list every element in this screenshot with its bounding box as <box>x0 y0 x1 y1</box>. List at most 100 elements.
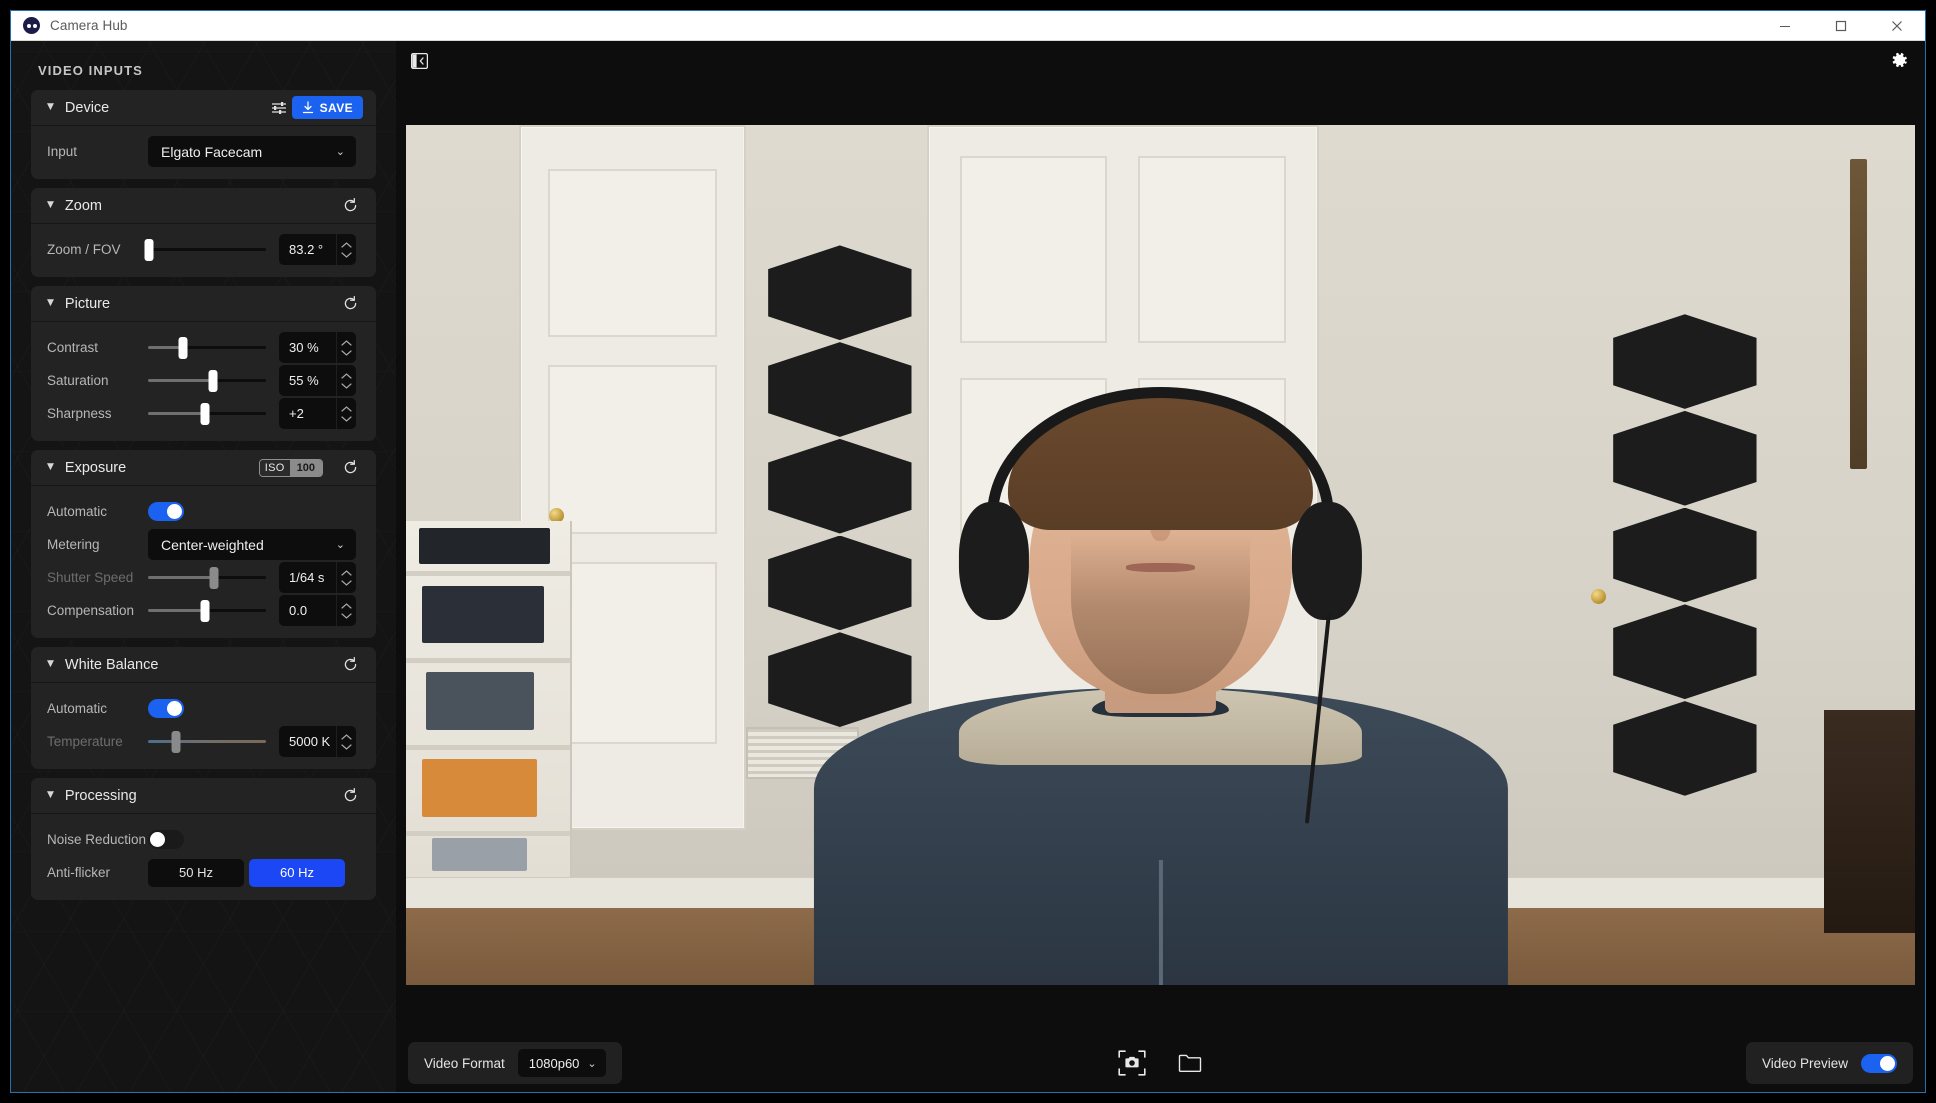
stepper-down-icon[interactable] <box>341 251 352 258</box>
zoom-fov-numbox[interactable]: 83.2 ° <box>279 234 356 265</box>
slider-knob[interactable] <box>178 336 188 359</box>
open-folder-button[interactable] <box>1173 1046 1207 1080</box>
minimize-button[interactable] <box>1757 11 1813 41</box>
panel-zoom: ▼ Zoom Zoom / FOV 83.2 ° <box>31 188 376 277</box>
saturation-slider[interactable] <box>148 367 266 395</box>
exposure-automatic-toggle[interactable] <box>148 502 184 521</box>
row-label-shutter-speed: Shutter Speed <box>47 570 134 585</box>
reset-icon[interactable] <box>337 291 363 317</box>
panel-body-device: Input Elgato Facecam ⌄ <box>31 126 376 179</box>
stepper-down-icon[interactable] <box>341 579 352 586</box>
shutter-speed-stepper[interactable] <box>336 562 356 593</box>
stepper-up-icon[interactable] <box>341 569 352 576</box>
scene-door-knob-center-2 <box>1590 589 1606 605</box>
panel-header-picture[interactable]: ▼ Picture <box>31 286 376 322</box>
reset-icon[interactable] <box>337 455 363 481</box>
metering-select[interactable]: Center-weighted ⌄ <box>148 529 356 560</box>
anti-flicker-option-60hz[interactable]: 60 Hz <box>249 858 345 887</box>
slider-knob[interactable] <box>144 238 154 261</box>
stepper-down-icon[interactable] <box>341 612 352 619</box>
collapse-caret-icon[interactable]: ▼ <box>47 791 54 800</box>
panel-header-white-balance[interactable]: ▼ White Balance <box>31 647 376 683</box>
collapse-caret-icon[interactable]: ▼ <box>47 201 54 210</box>
shutter-speed-numbox[interactable]: 1/64 s <box>279 562 356 593</box>
collapse-caret-icon[interactable]: ▼ <box>47 463 54 472</box>
zoom-fov-slider[interactable] <box>144 236 266 264</box>
collapse-caret-icon[interactable]: ▼ <box>47 299 54 308</box>
collapse-caret-icon[interactable]: ▼ <box>47 660 54 669</box>
camera-hub-logo-icon <box>23 17 40 34</box>
noise-reduction-toggle[interactable] <box>148 830 184 849</box>
sharpness-stepper[interactable] <box>336 398 356 429</box>
temperature-numbox[interactable]: 5000 K <box>279 726 356 757</box>
stepper-down-icon[interactable] <box>341 743 352 750</box>
folder-icon <box>1178 1054 1201 1072</box>
stepper-up-icon[interactable] <box>341 339 352 346</box>
input-device-select[interactable]: Elgato Facecam ⌄ <box>148 136 356 167</box>
preview-toolbar <box>396 41 1925 80</box>
slider-knob[interactable] <box>209 566 219 589</box>
maximize-button[interactable] <box>1813 11 1869 41</box>
sidebar-content: VIDEO INPUTS ▼ Device SAVE Input Elgato … <box>11 41 396 909</box>
collapse-panel-button[interactable] <box>408 51 430 71</box>
reset-icon[interactable] <box>337 783 363 809</box>
slider-track <box>148 740 266 743</box>
reset-icon[interactable] <box>337 652 363 678</box>
video-preview-toggle[interactable] <box>1861 1053 1897 1073</box>
camera-preview-video[interactable] <box>406 125 1915 985</box>
chevron-down-icon: ⌄ <box>335 538 345 551</box>
panel-header-processing[interactable]: ▼ Processing <box>31 778 376 814</box>
panel-header-device[interactable]: ▼ Device SAVE <box>31 90 376 126</box>
contrast-numbox[interactable]: 30 % <box>279 332 356 363</box>
stepper-up-icon[interactable] <box>341 372 352 379</box>
contrast-slider[interactable] <box>148 334 266 362</box>
snapshot-button[interactable] <box>1115 1046 1149 1080</box>
stepper-up-icon[interactable] <box>341 602 352 609</box>
compensation-stepper[interactable] <box>336 595 356 626</box>
stepper-down-icon[interactable] <box>341 415 352 422</box>
person-headphones-band <box>986 387 1335 518</box>
white-balance-automatic-toggle[interactable] <box>148 699 184 718</box>
zoom-fov-stepper[interactable] <box>336 234 356 265</box>
settings-button[interactable] <box>1885 47 1913 75</box>
temperature-stepper[interactable] <box>336 726 356 757</box>
stepper-down-icon[interactable] <box>341 349 352 356</box>
video-format-value: 1080p60 <box>528 1055 580 1071</box>
anti-flicker-option-50hz[interactable]: 50 Hz <box>148 858 244 887</box>
row-temperature: Temperature 5000 K <box>31 725 376 758</box>
collapse-caret-icon[interactable]: ▼ <box>47 103 54 112</box>
sidebar: VIDEO INPUTS ▼ Device SAVE Input Elgato … <box>11 41 396 1092</box>
shutter-speed-slider[interactable] <box>148 564 266 592</box>
panel-processing: ▼ Processing Noise Reduction Anti-flicke… <box>31 778 376 900</box>
minimize-icon <box>1780 25 1790 27</box>
window-body: VIDEO INPUTS ▼ Device SAVE Input Elgato … <box>11 41 1925 1092</box>
slider-knob[interactable] <box>200 402 210 425</box>
close-button[interactable] <box>1869 11 1925 41</box>
slider-knob[interactable] <box>171 730 181 753</box>
panel-header-zoom[interactable]: ▼ Zoom <box>31 188 376 224</box>
reset-icon[interactable] <box>337 193 363 219</box>
slider-knob[interactable] <box>200 599 210 622</box>
temperature-slider[interactable] <box>148 728 266 756</box>
camera-snapshot-icon <box>1117 1050 1146 1076</box>
save-button[interactable]: SAVE <box>291 96 363 119</box>
contrast-stepper[interactable] <box>336 332 356 363</box>
row-label-anti-flicker: Anti-flicker <box>47 865 111 880</box>
compensation-numbox[interactable]: 0.0 <box>279 595 356 626</box>
stepper-up-icon[interactable] <box>341 733 352 740</box>
saturation-stepper[interactable] <box>336 365 356 396</box>
stepper-up-icon[interactable] <box>341 241 352 248</box>
app-window: Camera Hub VIDEO INPUTS ▼ Device SAVE In… <box>10 10 1926 1093</box>
slider-knob[interactable] <box>208 369 218 392</box>
stepper-down-icon[interactable] <box>341 382 352 389</box>
slider-fill <box>148 576 215 579</box>
compensation-slider[interactable] <box>148 597 266 625</box>
sharpness-numbox[interactable]: +2 <box>279 398 356 429</box>
stepper-up-icon[interactable] <box>341 405 352 412</box>
video-format-select[interactable]: 1080p60 ⌄ <box>517 1049 606 1077</box>
saturation-numbox[interactable]: 55 % <box>279 365 356 396</box>
sliders-icon[interactable] <box>266 95 292 121</box>
toggle-thumb <box>167 701 182 716</box>
panel-header-exposure[interactable]: ▼ Exposure ISO 100 <box>31 450 376 486</box>
sharpness-slider[interactable] <box>148 400 266 428</box>
